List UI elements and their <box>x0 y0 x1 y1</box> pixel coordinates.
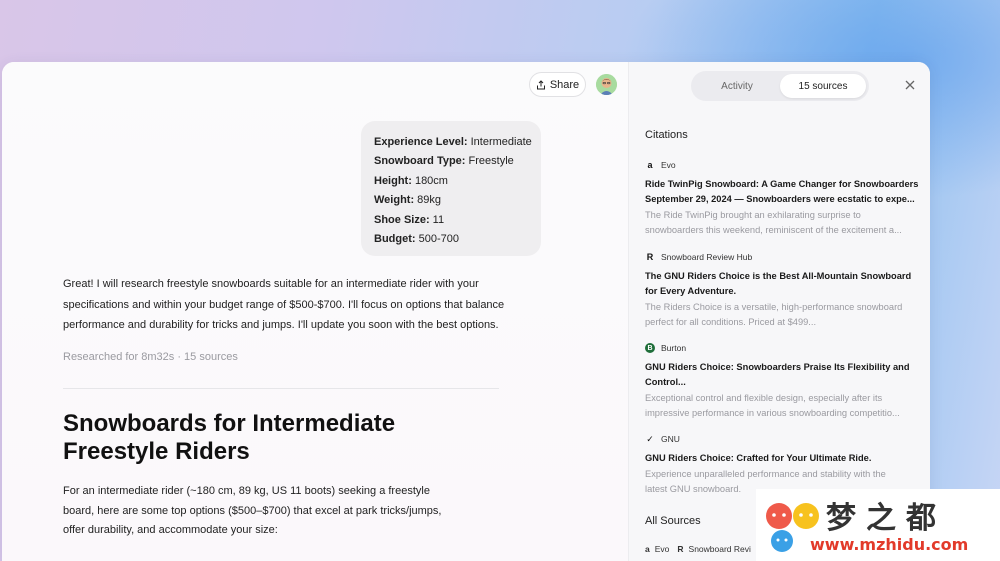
citation-source: a Evo <box>645 159 921 171</box>
citation-title: GNU Riders Choice: Snowboarders Praise I… <box>645 362 910 387</box>
share-label: Share <box>549 78 580 91</box>
source-chip[interactable]: R Snowboard Revi <box>677 544 751 554</box>
close-icon[interactable] <box>903 78 917 92</box>
all-sources-heading: All Sources <box>645 515 701 527</box>
citation-title: GNU Riders Choice: Crafted for Your Ulti… <box>645 453 872 463</box>
avatar[interactable] <box>596 74 617 95</box>
message-row: Snowboard Type: Freestyle <box>374 155 514 168</box>
nike-icon: ✓ <box>646 433 654 444</box>
report-title: Snowboards for Intermediate Freestyle Ri… <box>63 410 396 465</box>
report-intro: For an intermediate rider (~180 cm, 89 k… <box>63 485 442 536</box>
watermark: 梦之都 www.mzhidu.com <box>756 489 1000 561</box>
share-button[interactable]: Share <box>529 72 586 97</box>
user-message-bubble: Experience Level: Intermediate Snowboard… <box>361 121 541 256</box>
citation-desc: Exceptional control and flexible design,… <box>645 393 900 418</box>
citation-title: Ride TwinPig Snowboard: A Game Changer f… <box>645 179 919 204</box>
tab-activity[interactable]: Activity <box>694 74 780 98</box>
citation-desc: The Ride TwinPig brought an exhilarating… <box>645 210 902 235</box>
message-row: Budget: 500-700 <box>374 232 459 245</box>
citation-desc: The Riders Choice is a versatile, high-p… <box>645 302 903 327</box>
sources-panel: Activity 15 sources Citations a Evo Ride… <box>628 62 930 561</box>
citation-source: ✓ GNU <box>646 433 680 445</box>
assistant-reply: Great! I will research freestyle snowboa… <box>63 278 505 331</box>
watermark-url: www.mzhidu.com <box>810 535 969 554</box>
message-row: Height: 180cm <box>374 174 448 187</box>
amazon-icon: a <box>645 544 650 554</box>
review-hub-icon: R <box>677 544 684 554</box>
review-hub-icon: R <box>646 252 654 262</box>
share-icon <box>536 79 545 89</box>
citation-source: R Snowboard Review Hub <box>646 252 753 262</box>
burton-icon: B <box>645 343 655 353</box>
citation-source: B Burton <box>645 342 921 354</box>
message-row: Weight: 89kg <box>374 194 442 207</box>
citation-item[interactable]: R Snowboard Review Hub The GNU Riders Ch… <box>645 251 921 330</box>
source-chip[interactable]: a Evo <box>645 544 669 554</box>
tab-sources[interactable]: 15 sources <box>780 74 866 98</box>
citation-item[interactable]: ✓ GNU GNU Riders Choice: Crafted for You… <box>645 433 921 497</box>
message-row: Experience Level: Intermediate <box>374 136 532 148</box>
research-meta[interactable]: Researched for 8m32s · 15 sources <box>63 351 238 363</box>
all-sources-list: a Evo R Snowboard Revi <box>645 544 751 554</box>
amazon-icon: a <box>647 160 653 170</box>
citation-title: The GNU Riders Choice is the Best All-Mo… <box>645 271 912 296</box>
divider <box>63 388 499 389</box>
watermark-text: 梦之都 <box>826 501 946 536</box>
app-window: Share Experience Level: Intermediate Sno… <box>2 62 930 561</box>
chat-pane: Share Experience Level: Intermediate Sno… <box>2 62 628 561</box>
citation-item[interactable]: B Burton GNU Riders Choice: Snowboarders… <box>645 342 921 421</box>
panel-tabs: Activity 15 sources <box>691 71 869 101</box>
message-row: Shoe Size: 11 <box>374 213 445 226</box>
citations-heading: Citations <box>645 129 688 141</box>
citation-item[interactable]: a Evo Ride TwinPig Snowboard: A Game Cha… <box>645 159 921 238</box>
